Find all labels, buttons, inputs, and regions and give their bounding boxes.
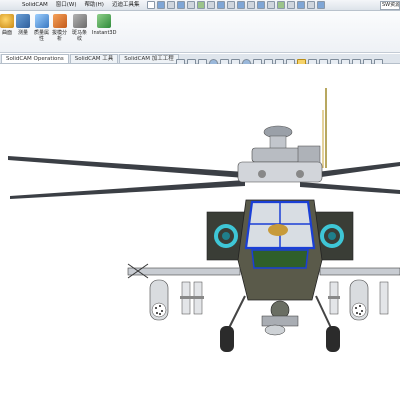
rotor-hub [251,147,305,163]
tab-solidcam-machining[interactable]: SolidCAM 加工工程 [119,54,179,63]
cmd-label: 曲面 [1,30,12,36]
right-rocket-pod [349,279,369,321]
left-wheel [220,326,234,352]
rotor-blade [300,182,400,194]
gun [264,324,286,336]
surface-icon [0,14,14,28]
helicopter-model[interactable] [0,64,400,400]
measure-icon [16,14,30,28]
left-rocket-pod [149,279,169,321]
right-wheel [326,326,340,352]
zebra-stripes-icon [72,14,87,28]
draft-analysis-icon [52,14,67,28]
graphics-area[interactable] [0,64,400,400]
cmd-mass-properties-button[interactable]: 质量属 性 [34,14,49,50]
cmd-draft-analysis-button[interactable]: 拔模分 析 [52,14,67,50]
cmd-label: 测量 [17,30,28,36]
cmd-label-2: 析 [57,36,63,42]
view-icon[interactable] [237,1,246,9]
mass-properties-icon [34,14,49,28]
pilot [268,224,288,236]
menu-help[interactable]: 帮助(H) [81,0,108,11]
front-cockpit [251,249,309,269]
cmd-measure-button[interactable]: 测量 [16,14,30,50]
rotate-icon[interactable] [257,1,266,9]
instant3d-icon [97,14,112,28]
undo-icon[interactable] [187,1,196,9]
render-icon[interactable] [317,1,326,9]
hub-bolt [258,170,266,178]
search-input[interactable]: SW资源 [380,1,400,10]
select-icon[interactable] [217,1,226,9]
right-engine-core [328,232,336,240]
light-icon[interactable] [277,1,286,9]
camera-icon[interactable] [287,1,296,9]
open-folder-icon[interactable] [157,1,166,9]
cursor-icon[interactable] [227,1,236,9]
hub-assembly [237,161,323,183]
rotor-blade [10,180,245,199]
quick-access-toolbar [147,1,326,9]
cmd-surface-button[interactable]: 曲面 [0,14,14,50]
settings-icon[interactable] [297,1,306,9]
left-gear-strut [227,295,246,331]
new-document-icon[interactable] [147,1,156,9]
command-manager: 曲面 测量 质量属 性 拔模分 析 斑马条 纹 Instant3D [0,11,400,53]
hub-bolt [296,170,304,178]
tab-solidcam-operations[interactable]: SolidCAM Operations [1,54,69,63]
left-engine-core [222,232,230,240]
pan-icon[interactable] [267,1,276,9]
cmd-label: Instant3D [92,30,117,36]
menu-window[interactable]: 窗口(W) [52,0,81,11]
layers-icon[interactable] [307,1,316,9]
options-icon[interactable] [207,1,216,9]
cmd-label-2: 性 [39,36,45,42]
menu-solidcam[interactable]: SolidCAM [18,0,52,11]
left-stub-wing [127,267,241,276]
cmd-zebra-stripes-button[interactable]: 斑马条 纹 [72,14,87,50]
rebuild-icon[interactable] [197,1,206,9]
right-stub-wing [319,267,400,276]
tab-solidcam-tools[interactable]: SolidCAM 工具 [69,54,119,63]
zoom-icon[interactable] [247,1,256,9]
gun-mount [261,315,299,327]
cmd-label-2: 纹 [77,36,83,42]
menu-bar: SolidCAM 窗口(W) 帮助(H) 迈迪工具集 SW资源 [0,0,400,11]
menu-maidi-tools[interactable]: 迈迪工具集 [108,0,144,11]
save-icon[interactable] [167,1,176,9]
print-icon[interactable] [177,1,186,9]
right-gear-strut [315,295,333,331]
left-missiles [180,281,204,315]
cmd-instant3d-button[interactable]: Instant3D [92,14,116,50]
rotor-blade [8,156,245,178]
